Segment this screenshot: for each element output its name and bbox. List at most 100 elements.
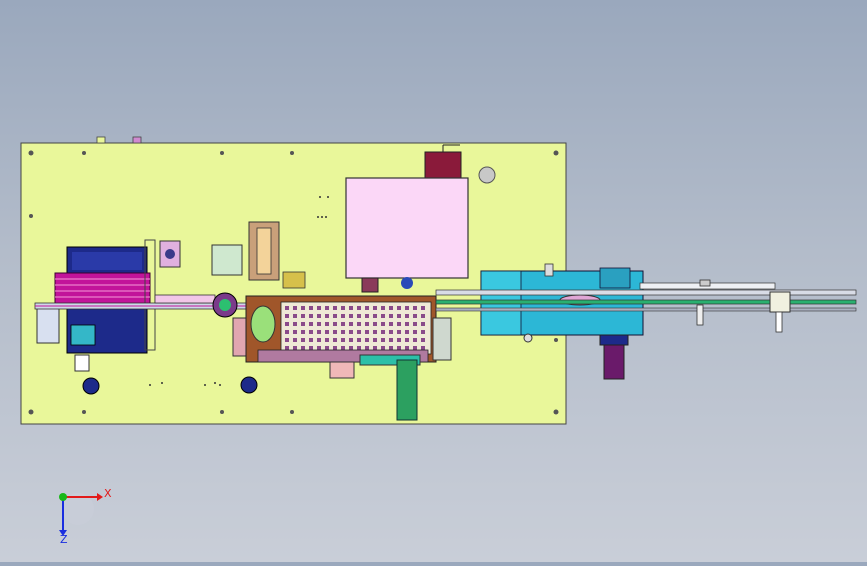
tray-cell — [333, 306, 337, 310]
tray-cell — [325, 330, 329, 334]
z-axis-label: Z — [60, 533, 68, 546]
tray-cell — [285, 346, 289, 350]
tray-cell — [405, 346, 409, 350]
tray-cell — [309, 306, 313, 310]
tray-cell — [365, 306, 369, 310]
tray-cell — [397, 330, 401, 334]
tray-cell — [309, 322, 313, 326]
tray-cell — [333, 338, 337, 342]
tray-cell — [373, 322, 377, 326]
tray-cell — [373, 330, 377, 334]
tray-cell — [421, 338, 425, 342]
y-axis-dot — [59, 493, 67, 501]
tray-cell — [389, 314, 393, 318]
tray-cell — [421, 330, 425, 334]
tray-cell — [325, 346, 329, 350]
tray-cell — [333, 322, 337, 326]
tray-cell — [413, 322, 417, 326]
tray-cell — [317, 338, 321, 342]
tray-cell — [405, 338, 409, 342]
tray-cell — [405, 314, 409, 318]
tray-cell — [389, 330, 393, 334]
tray-cell — [357, 322, 361, 326]
tray-cell — [325, 314, 329, 318]
tray-cell — [357, 346, 361, 350]
tray-cell — [333, 330, 337, 334]
cad-viewport[interactable]: X Z — [0, 0, 867, 562]
tray-cell — [349, 306, 353, 310]
tray-cell — [341, 314, 345, 318]
tray-cell — [309, 346, 313, 350]
tray-cell — [373, 346, 377, 350]
tray-cell — [397, 306, 401, 310]
tray-cell — [405, 306, 409, 310]
tray-cell — [341, 322, 345, 326]
tray-cell — [357, 338, 361, 342]
tray-cell — [413, 346, 417, 350]
tray-cell — [365, 346, 369, 350]
tray-cell — [285, 314, 289, 318]
tray-cell — [333, 314, 337, 318]
tray-cell — [293, 322, 297, 326]
tray-cell — [397, 314, 401, 318]
tray-cell — [381, 314, 385, 318]
tray-cell — [301, 330, 305, 334]
tray-cell — [301, 322, 305, 326]
tray-cell — [381, 322, 385, 326]
tray-cell — [349, 338, 353, 342]
tray-cell — [309, 330, 313, 334]
tray-cell — [397, 346, 401, 350]
tray-cell — [341, 338, 345, 342]
tray-cell — [397, 338, 401, 342]
tray-cell — [317, 306, 321, 310]
tray-cell — [325, 306, 329, 310]
tray-cell — [301, 306, 305, 310]
tray-cell — [413, 314, 417, 318]
tray-cell — [285, 306, 289, 310]
tray-cell — [293, 306, 297, 310]
tray-cell — [293, 314, 297, 318]
tray-cell — [389, 306, 393, 310]
tray-cell — [317, 322, 321, 326]
tray-cell — [421, 322, 425, 326]
tray-cell — [293, 346, 297, 350]
tray-cell — [317, 346, 321, 350]
tray-cell — [365, 330, 369, 334]
tray-cell — [357, 306, 361, 310]
tray-cell — [357, 330, 361, 334]
tray-cell — [309, 314, 313, 318]
tray-cell — [349, 346, 353, 350]
tray-cell — [309, 338, 313, 342]
tray-cell — [349, 322, 353, 326]
tray-cell — [293, 330, 297, 334]
tray-cell — [413, 306, 417, 310]
cad-scene[interactable]: X Z — [0, 0, 867, 562]
tray-cell — [405, 330, 409, 334]
tray-cell — [285, 330, 289, 334]
axis-triad: X Z — [59, 487, 112, 546]
tray-cell — [381, 330, 385, 334]
tray-cell — [301, 338, 305, 342]
tray-cell — [365, 338, 369, 342]
tray-cell — [389, 338, 393, 342]
tray-cell — [397, 322, 401, 326]
tray-cell — [421, 306, 425, 310]
tray-cell — [365, 322, 369, 326]
tray-cell — [325, 338, 329, 342]
tray-cell — [301, 314, 305, 318]
tray-cell — [373, 314, 377, 318]
tray-cell — [381, 338, 385, 342]
tray-cell — [421, 346, 425, 350]
tray-cell — [373, 338, 377, 342]
tray-cell — [381, 306, 385, 310]
tray-cell — [341, 306, 345, 310]
tray-cell — [413, 338, 417, 342]
tray-cell — [381, 346, 385, 350]
tray-cell — [293, 338, 297, 342]
tray-cell — [341, 330, 345, 334]
tray-cell — [317, 330, 321, 334]
tray-cell — [357, 314, 361, 318]
tray-cell — [373, 306, 377, 310]
tray-cell — [389, 346, 393, 350]
tray-cell — [317, 314, 321, 318]
